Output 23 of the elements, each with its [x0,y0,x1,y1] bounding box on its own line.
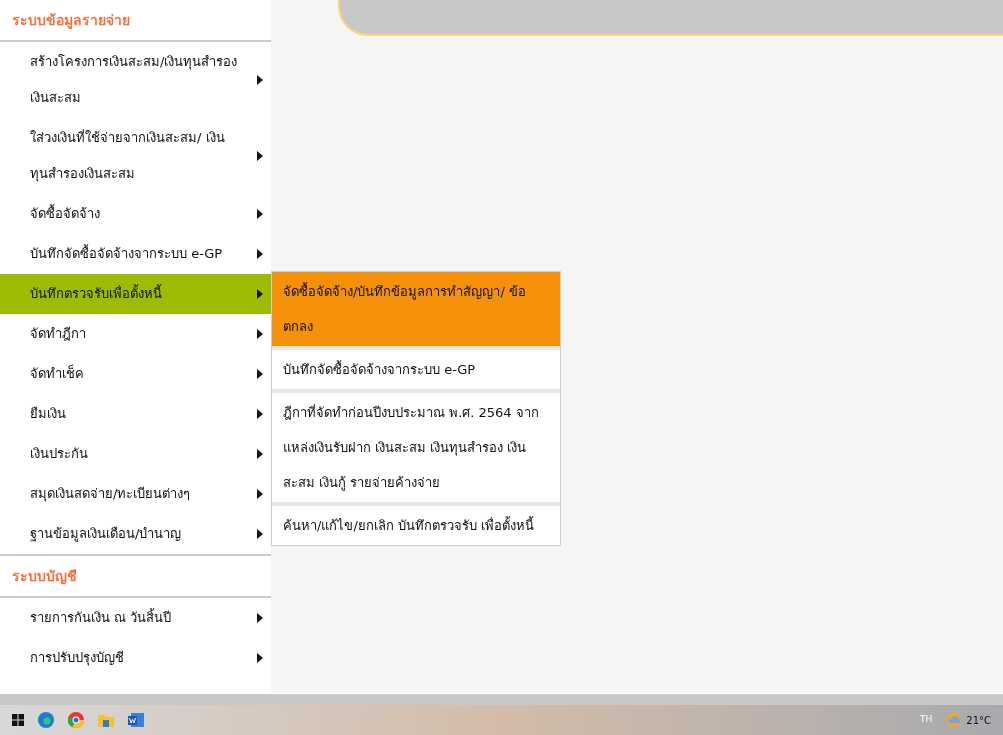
word-icon[interactable] [128,712,144,728]
caret-icon [257,151,263,161]
caret-icon [257,249,263,259]
menu-item[interactable]: บันทึกตรวจรับเพื่อตั้งหนี้ [0,274,271,314]
caret-icon [257,449,263,459]
caret-icon [257,329,263,339]
weather-temperature[interactable]: 21°C [966,712,991,728]
browser-icon[interactable] [68,712,84,728]
caret-icon [257,209,263,219]
windows-logo-icon[interactable] [12,714,24,726]
caret-icon [257,613,263,623]
caret-icon [257,409,263,419]
submenu-item[interactable]: จัดซื้อจัดจ้าง/บันทึกข้อมูลการทำสัญญา/ ข้อตกลง [272,272,560,350]
section-header: ระบบบัญชี [12,568,77,584]
caret-icon [257,653,263,663]
caret-icon [257,75,263,85]
section-header: ระบบข้อมูลรายจ่าย [12,12,130,28]
browser-icon[interactable] [38,712,54,728]
caret-icon [257,489,263,499]
folder-icon[interactable] [98,713,114,727]
caret-icon [257,289,263,299]
caret-icon [257,369,263,379]
caret-icon [257,529,263,539]
